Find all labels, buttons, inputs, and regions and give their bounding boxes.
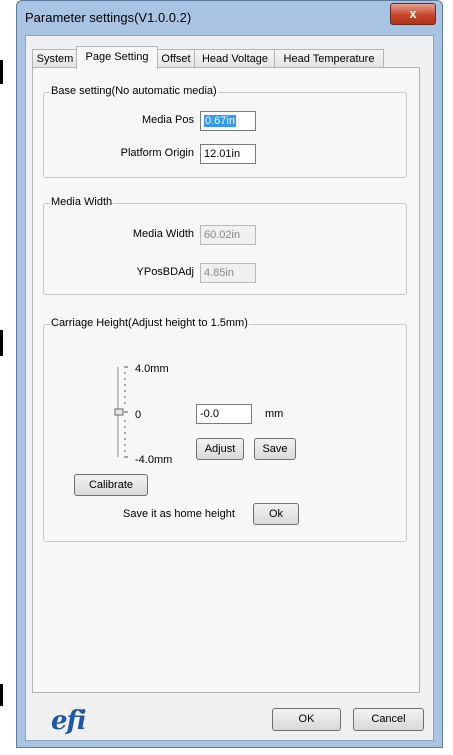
- efi-logo: efi: [51, 706, 87, 736]
- media-width-label: Media Width: [132, 228, 194, 240]
- ypos-bd-adj-input: 4.85in: [200, 263, 256, 283]
- ok-button[interactable]: OK: [272, 708, 341, 731]
- carriage-height-input[interactable]: -0.0: [196, 404, 252, 424]
- save-button[interactable]: Save: [254, 438, 296, 460]
- carriage-height-legend: Carriage Height(Adjust height to 1.5mm): [50, 317, 249, 329]
- carriage-height-group: Carriage Height(Adjust height to 1.5mm) …: [43, 317, 407, 542]
- dialog-footer: efi OK Cancel: [26, 696, 433, 740]
- tab-page-setting[interactable]: Page Setting: [76, 46, 158, 69]
- slider-min-label: -4.0mm: [135, 454, 173, 466]
- carriage-height-slider[interactable]: [114, 365, 130, 459]
- slider-max-label: 4.0mm: [135, 363, 169, 375]
- ypos-bd-adj-label: YPosBDAdj: [136, 266, 194, 278]
- media-width-legend: Media Width: [50, 196, 114, 208]
- ok-home-button[interactable]: Ok: [253, 503, 299, 525]
- media-width-input: 60.02in: [200, 225, 256, 245]
- dialog-client: System Page Setting Offset Head Voltage …: [25, 35, 434, 741]
- window-title: Parameter settings(V1.0.0.2): [25, 10, 192, 25]
- left-edge-mark: [0, 684, 3, 706]
- cancel-button[interactable]: Cancel: [353, 708, 424, 731]
- tab-offset[interactable]: Offset: [156, 49, 196, 68]
- left-edge-mark: [0, 60, 3, 84]
- tab-system[interactable]: System: [32, 49, 78, 68]
- carriage-height-unit: mm: [265, 408, 284, 420]
- tab-head-temperature[interactable]: Head Temperature: [274, 49, 384, 68]
- base-setting-legend: Base setting(No automatic media): [50, 85, 218, 97]
- left-edge-mark: [0, 330, 3, 356]
- base-setting-group: Base setting(No automatic media) Media P…: [43, 85, 407, 178]
- parameter-settings-window: Parameter settings(V1.0.0.2) x System Pa…: [16, 0, 443, 748]
- platform-origin-label: Platform Origin: [120, 147, 194, 159]
- page-setting-panel: Base setting(No automatic media) Media P…: [32, 67, 420, 693]
- slider-mid-label: 0: [135, 409, 142, 421]
- home-height-label: Save it as home height: [123, 508, 235, 520]
- media-pos-label: Media Pos: [142, 114, 194, 126]
- tab-head-voltage[interactable]: Head Voltage: [194, 49, 276, 68]
- calibrate-button[interactable]: Calibrate: [74, 474, 148, 496]
- media-pos-input[interactable]: 0.67in: [200, 111, 256, 131]
- title-bar: Parameter settings(V1.0.0.2) x: [17, 1, 442, 35]
- adjust-button[interactable]: Adjust: [196, 438, 244, 460]
- platform-origin-input[interactable]: 12.01in: [200, 144, 256, 164]
- media-width-group: Media Width Media Width 60.02in YPosBDAd…: [43, 196, 407, 295]
- close-button[interactable]: x: [390, 3, 436, 25]
- close-icon: x: [409, 6, 417, 21]
